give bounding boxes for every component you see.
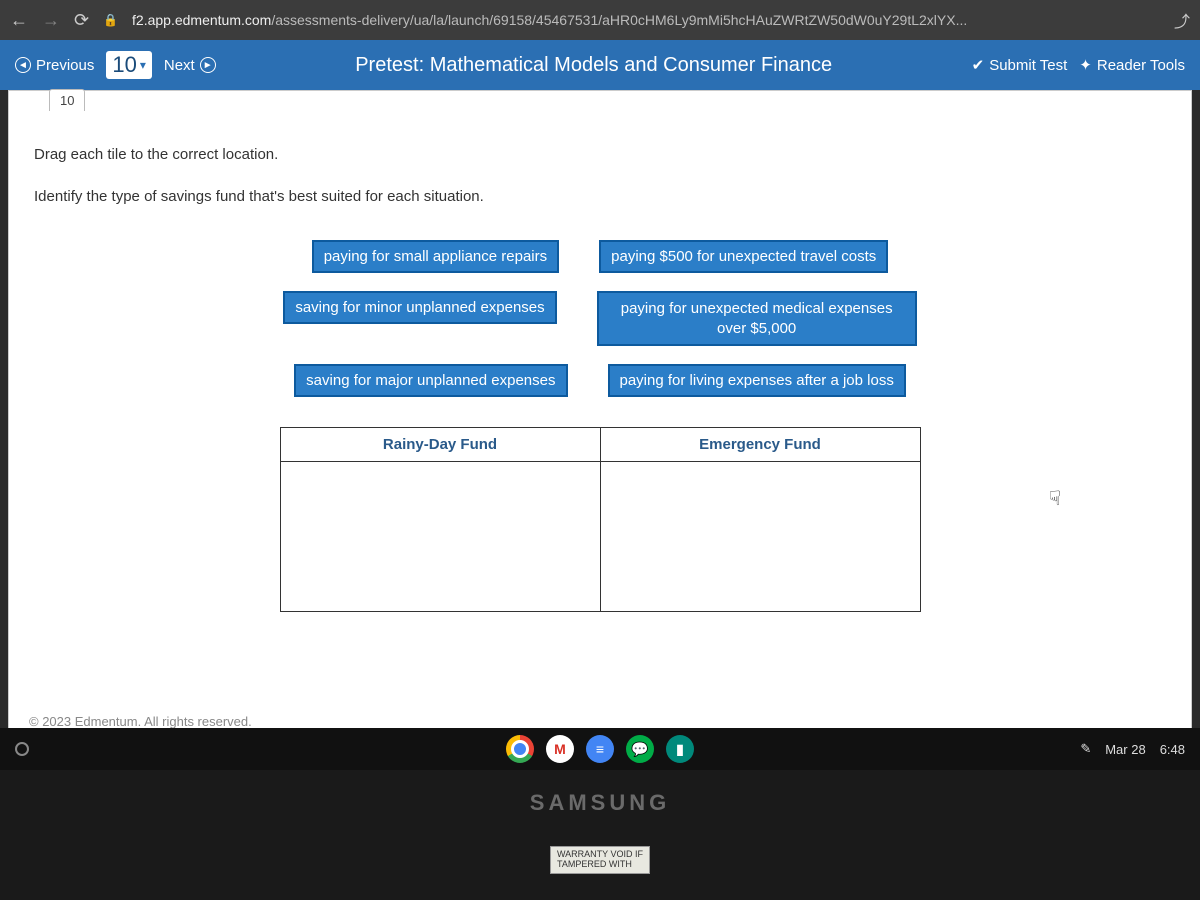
next-button[interactable]: Next ► — [164, 57, 216, 74]
question-selector[interactable]: 10 ▾ — [106, 51, 152, 79]
taskbar: M ≡ 💬 ▮ ✎ Mar 28 6:48 — [0, 728, 1200, 770]
reload-button[interactable]: ⟳ — [74, 10, 89, 31]
draggable-tile[interactable]: paying for unexpected medical expenses o… — [597, 291, 917, 346]
chrome-icon[interactable] — [506, 735, 534, 763]
sticker-line2: TAMPERED WITH — [557, 860, 643, 870]
brand-logo: SAMSUNG — [530, 790, 670, 816]
cursor-icon: ☟ — [1049, 486, 1061, 511]
check-icon: ✔ — [972, 56, 985, 74]
taskbar-time[interactable]: 6:48 — [1160, 742, 1185, 757]
device-bezel: SAMSUNG WARRANTY VOID IF TAMPERED WITH — [0, 770, 1200, 900]
submit-test-button[interactable]: ✔ Submit Test — [972, 56, 1068, 74]
copyright-text: © 2023 Edmentum. All rights reserved. — [29, 714, 252, 729]
page-title: Pretest: Mathematical Models and Consume… — [228, 54, 960, 77]
question-number: 10 — [112, 52, 136, 78]
launcher-button[interactable] — [15, 742, 29, 756]
previous-label: Previous — [36, 57, 94, 74]
back-button[interactable]: ← — [10, 10, 28, 31]
reader-tools-button[interactable]: ✦ Reader Tools — [1079, 56, 1185, 74]
arrow-left-icon: ◄ — [15, 57, 31, 73]
drop-target-table: Rainy-Day Fund Emergency Fund — [280, 427, 921, 612]
submit-label: Submit Test — [989, 57, 1067, 74]
stylus-icon[interactable]: ✎ — [1080, 741, 1091, 757]
camera-icon[interactable]: ▮ — [666, 735, 694, 763]
tile-bank: paying for small appliance repairs payin… — [34, 240, 1166, 397]
next-label: Next — [164, 57, 195, 74]
drop-zone-emergency[interactable] — [600, 462, 920, 612]
drop-header-rainy: Rainy-Day Fund — [280, 428, 600, 462]
url-path: /assessments-delivery/ua/la/launch/69158… — [271, 12, 967, 28]
wand-icon: ✦ — [1079, 56, 1092, 74]
forward-button[interactable]: → — [42, 10, 60, 31]
arrow-right-icon: ► — [200, 57, 216, 73]
app-header: ◄ Previous 10 ▾ Next ► Pretest: Mathemat… — [0, 40, 1200, 90]
draggable-tile[interactable]: saving for major unplanned expenses — [294, 364, 567, 397]
drop-header-emergency: Emergency Fund — [600, 428, 920, 462]
tools-label: Reader Tools — [1097, 57, 1185, 74]
drop-zone-rainy[interactable] — [280, 462, 600, 612]
drag-instruction: Drag each tile to the correct location. — [34, 146, 1166, 163]
question-prompt: Identify the type of savings fund that's… — [34, 188, 1166, 205]
docs-icon[interactable]: ≡ — [586, 735, 614, 763]
draggable-tile[interactable]: paying for living expenses after a job l… — [608, 364, 906, 397]
gmail-icon[interactable]: M — [546, 735, 574, 763]
share-icon[interactable]: ⤴ — [1174, 8, 1190, 32]
chevron-down-icon: ▾ — [140, 58, 146, 72]
previous-button[interactable]: ◄ Previous — [15, 57, 94, 74]
question-tab[interactable]: 10 — [49, 89, 85, 111]
taskbar-date[interactable]: Mar 28 — [1105, 742, 1145, 757]
warranty-sticker: WARRANTY VOID IF TAMPERED WITH — [550, 846, 650, 874]
draggable-tile[interactable]: paying $500 for unexpected travel costs — [599, 240, 888, 273]
draggable-tile[interactable]: saving for minor unplanned expenses — [283, 291, 556, 324]
lock-icon: 🔒 — [103, 13, 118, 27]
url-domain: f2.app.edmentum.com — [132, 12, 271, 28]
address-bar[interactable]: f2.app.edmentum.com/assessments-delivery… — [132, 12, 1160, 28]
draggable-tile[interactable]: paying for small appliance repairs — [312, 240, 559, 273]
question-panel: 10 Drag each tile to the correct locatio… — [8, 90, 1192, 740]
chat-icon[interactable]: 💬 — [626, 735, 654, 763]
